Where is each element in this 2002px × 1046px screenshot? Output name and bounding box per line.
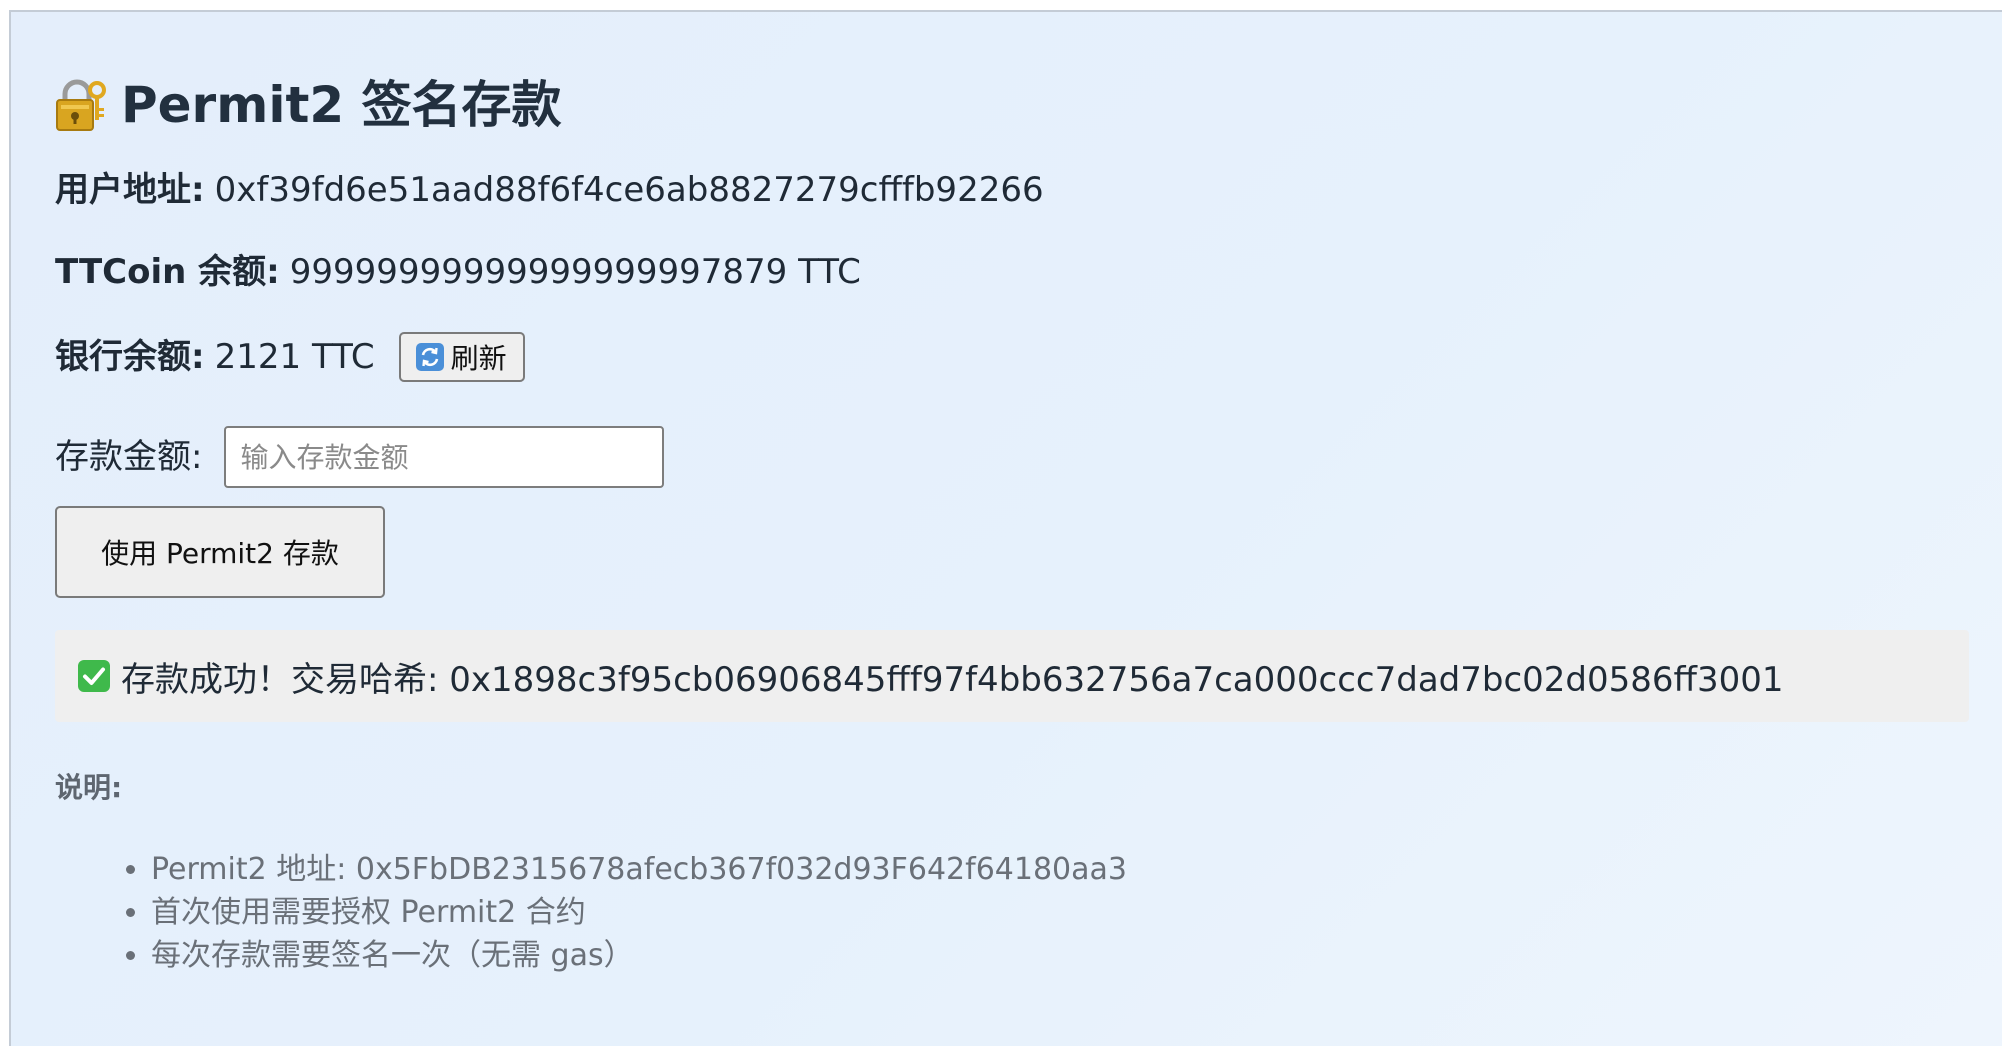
- permit2-deposit-panel: Permit2 签名存款 用户地址: 0xf39fd6e51aad88f6f4c…: [9, 10, 2002, 1046]
- bank-balance-row: 银行余额: 2121 TTC 刷新: [55, 332, 525, 382]
- list-item: 每次存款需要签名一次（无需 gas）: [151, 934, 1127, 977]
- deposit-amount-row: 存款金额:: [55, 426, 665, 488]
- list-item: 首次使用需要授权 Permit2 合约: [151, 891, 1127, 934]
- permit2-deposit-button[interactable]: 使用 Permit2 存款: [55, 506, 385, 598]
- status-message-box: 存款成功！交易哈希: 0x1898c3f95cb06906845fff97f4b…: [55, 630, 1969, 722]
- bank-balance-label: 银行余额:: [55, 337, 205, 377]
- user-address-value: 0xf39fd6e51aad88f6f4ce6ab8827279cfffb922…: [214, 170, 1044, 210]
- deposit-amount-label: 存款金额:: [55, 437, 203, 477]
- notes-list: Permit2 地址: 0x5FbDB2315678afecb367f032d9…: [55, 848, 1127, 977]
- page-title: Permit2 签名存款: [55, 70, 562, 140]
- lock-with-key-icon: [55, 78, 107, 132]
- user-address-row: 用户地址: 0xf39fd6e51aad88f6f4ce6ab8827279cf…: [55, 168, 1044, 212]
- ttc-balance-row: TTCoin 余额: 99999999999999999997879 TTC: [55, 250, 861, 294]
- bank-balance-value: 2121 TTC: [214, 337, 375, 377]
- refresh-button-label: 刷新: [450, 342, 507, 375]
- notes-title: 说明:: [55, 771, 123, 804]
- refresh-button[interactable]: 刷新: [398, 332, 525, 382]
- refresh-icon: [415, 342, 445, 372]
- status-message-text: 存款成功！交易哈希: 0x1898c3f95cb06906845fff97f4b…: [121, 659, 1784, 700]
- user-address-label: 用户地址:: [55, 170, 205, 210]
- deposit-amount-input[interactable]: [224, 426, 665, 488]
- list-item: Permit2 地址: 0x5FbDB2315678afecb367f032d9…: [151, 848, 1127, 891]
- check-mark-icon: [77, 659, 111, 693]
- ttc-balance-value: 99999999999999999997879 TTC: [289, 252, 861, 292]
- page-title-text: Permit2 签名存款: [121, 76, 562, 134]
- ttc-balance-label: TTCoin 余额:: [55, 252, 280, 292]
